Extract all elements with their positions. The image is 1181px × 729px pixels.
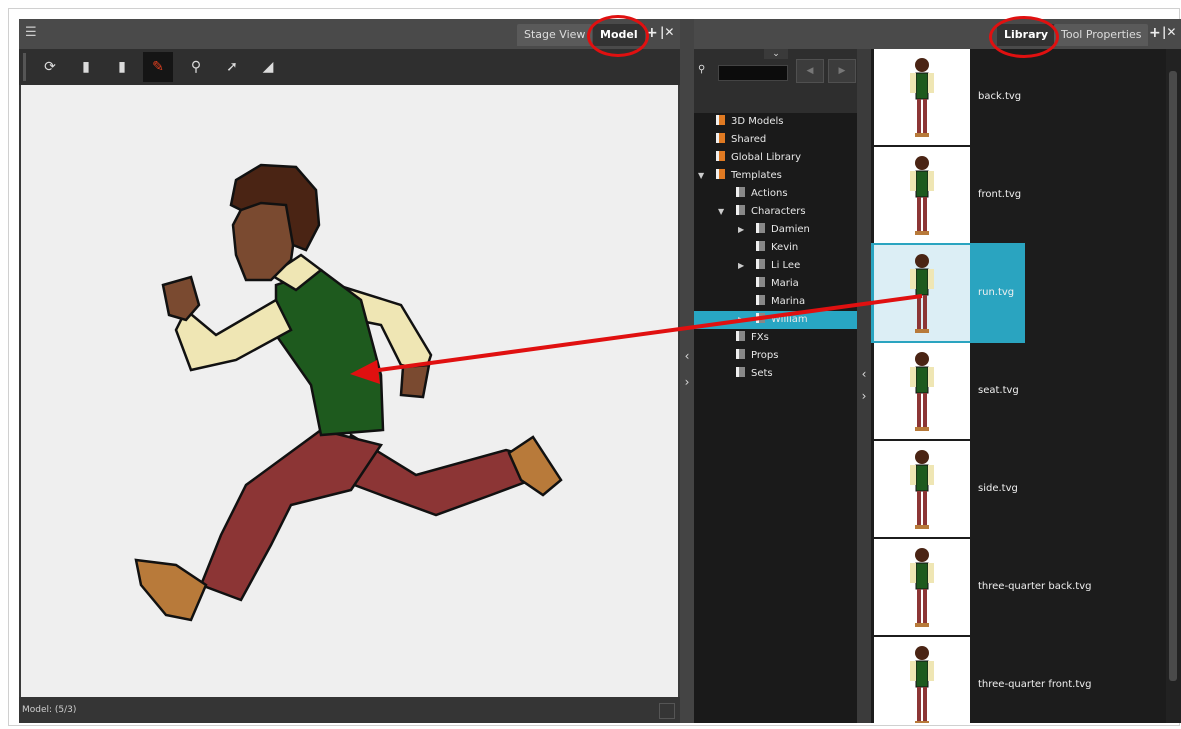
- drag-arrow: [350, 294, 923, 384]
